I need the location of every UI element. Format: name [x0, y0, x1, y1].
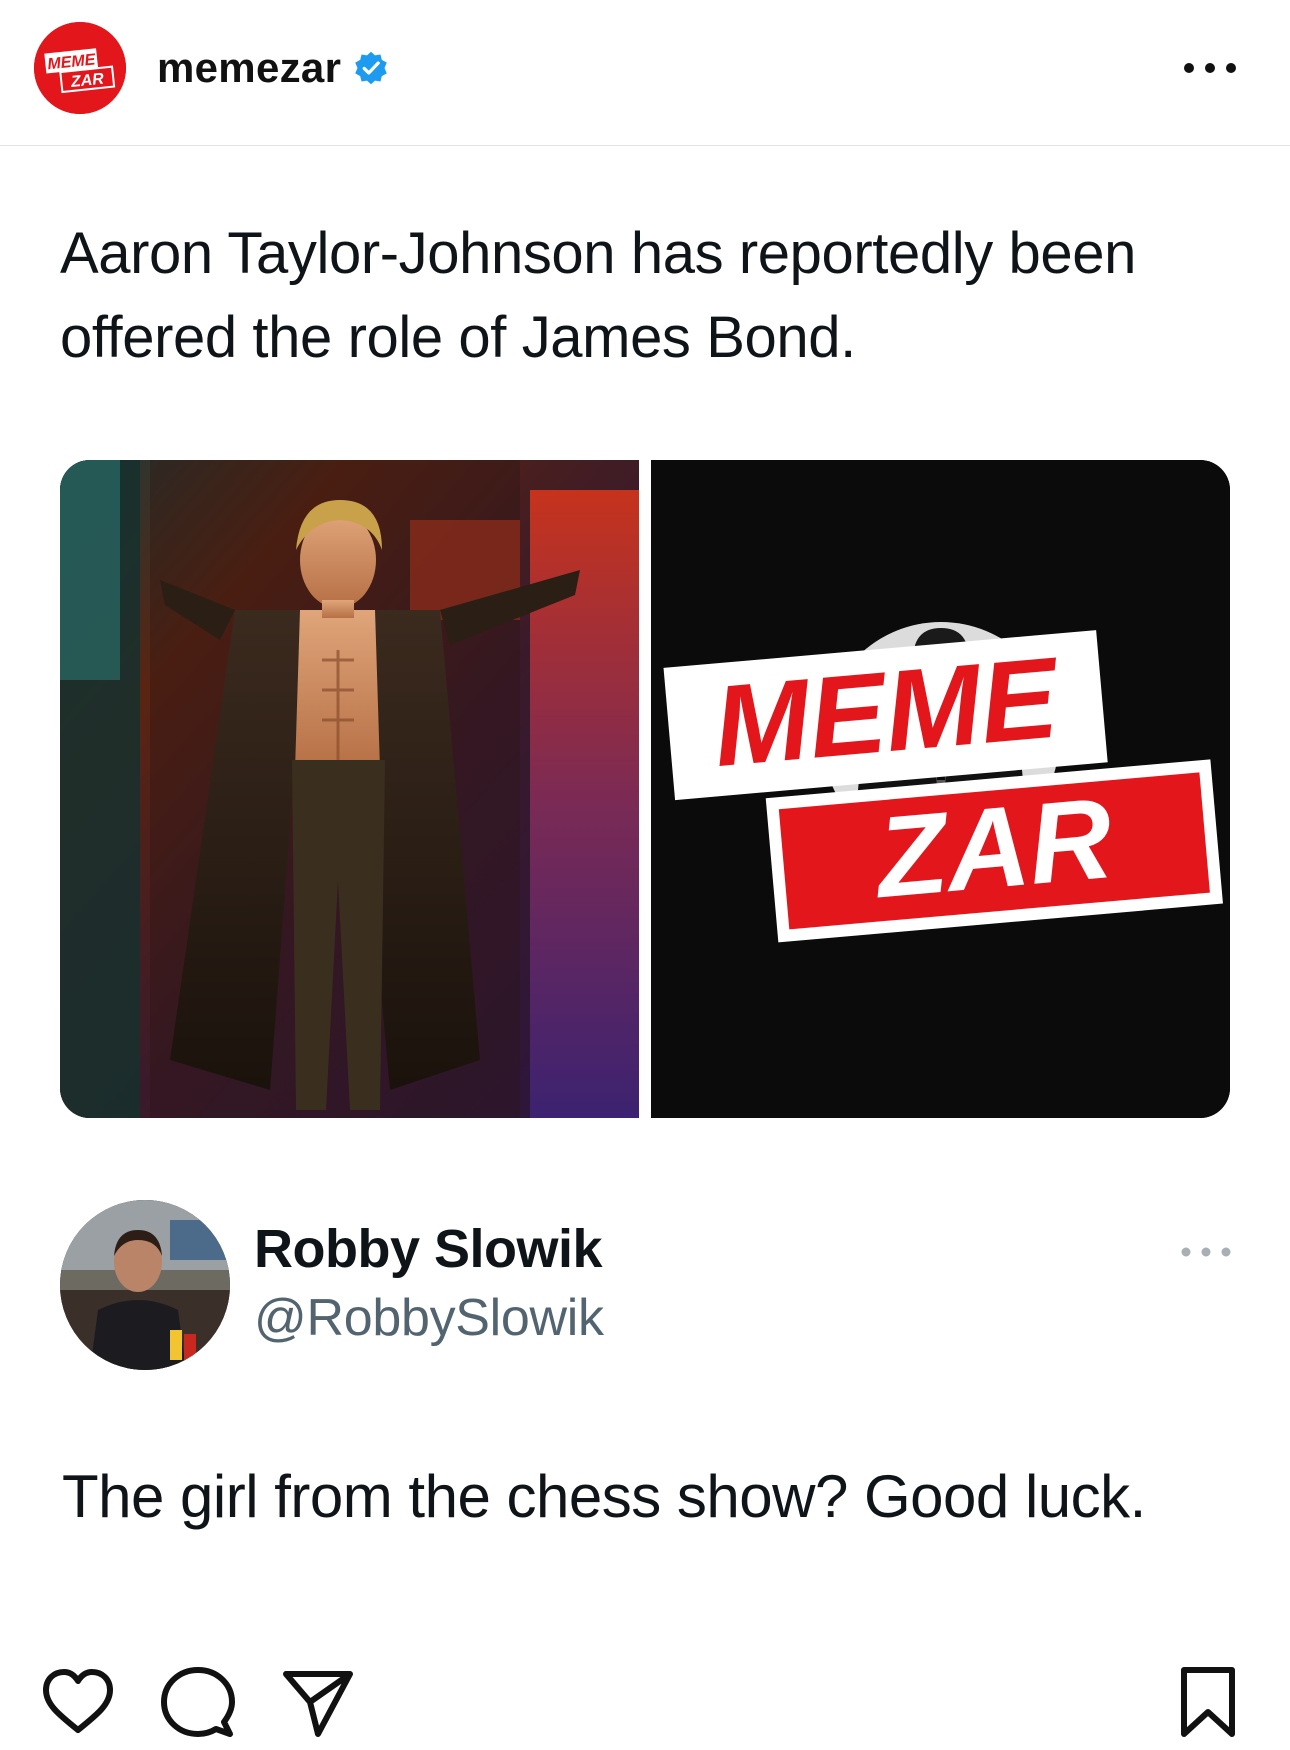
reply-author-avatar[interactable]	[60, 1200, 230, 1370]
tweet-headline: Aaron Taylor-Johnson has reportedly been…	[60, 221, 1136, 370]
comment-icon[interactable]	[160, 1664, 236, 1740]
heart-icon[interactable]	[40, 1664, 116, 1740]
reply-text: The girl from the chess show? Good luck.	[62, 1463, 1146, 1530]
svg-text:ZAR: ZAR	[69, 71, 105, 91]
memezar-logo: MEME ZAR	[34, 22, 126, 114]
media-grid: MEME ZAR	[60, 460, 1230, 1118]
reply-author-name[interactable]: Robby Slowik	[254, 1218, 603, 1280]
send-icon[interactable]	[280, 1664, 356, 1740]
actor-photo-illustration	[60, 460, 639, 1118]
action-bar	[0, 1650, 1290, 1750]
photo-actor[interactable]	[60, 460, 639, 1118]
account-username[interactable]: memezar	[157, 44, 341, 92]
reply-avatar-photo	[60, 1200, 230, 1370]
more-horizontal-icon[interactable]	[1176, 1240, 1236, 1264]
verified-badge-icon	[355, 51, 387, 85]
reply-author-handle[interactable]: @RobbySlowik	[254, 1288, 604, 1348]
bookmark-icon[interactable]	[1170, 1664, 1246, 1740]
photo-bond-silhouette[interactable]: MEME ZAR	[651, 460, 1230, 1118]
more-horizontal-icon	[1184, 63, 1236, 73]
svg-text:ZAR: ZAR	[868, 774, 1117, 922]
username-row: memezar	[157, 40, 389, 96]
account-avatar[interactable]: MEME ZAR	[34, 22, 126, 114]
post-header: MEME ZAR memezar	[0, 0, 1290, 146]
post-options-button[interactable]	[1174, 48, 1246, 88]
memezar-watermark-logo: MEME ZAR	[663, 630, 1223, 943]
